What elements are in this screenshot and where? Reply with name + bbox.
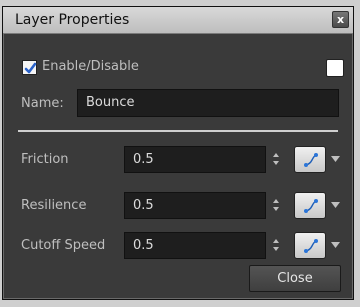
property-row-cutoff-speed: Cutoff Speed 0.5 — [0, 232, 360, 260]
cutoff-speed-label: Cutoff Speed — [21, 238, 106, 253]
chevron-down-icon[interactable] — [331, 202, 340, 208]
resilience-function-button[interactable] — [294, 192, 326, 219]
close-button[interactable]: Close — [249, 265, 341, 292]
close-window-button[interactable]: x — [332, 11, 349, 28]
divider — [18, 130, 338, 132]
color-swatch[interactable] — [326, 59, 344, 77]
friction-label: Friction — [21, 152, 69, 167]
checkmark-icon — [24, 62, 37, 74]
friction-field[interactable]: 0.5 — [124, 146, 266, 173]
chevron-down-icon[interactable] — [331, 242, 340, 248]
dialog-title: Layer Properties — [15, 12, 130, 28]
up-down-arrows-icon[interactable] — [272, 152, 280, 166]
name-input[interactable]: Bounce — [77, 89, 339, 117]
cutoff-speed-field[interactable]: 0.5 — [124, 232, 266, 259]
resilience-label: Resilience — [21, 198, 87, 213]
cutoff-speed-function-button[interactable] — [294, 232, 326, 259]
up-down-arrows-icon[interactable] — [272, 198, 280, 212]
friction-function-button[interactable] — [294, 146, 326, 173]
enable-label: Enable/Disable — [42, 59, 139, 74]
chevron-down-icon[interactable] — [331, 156, 340, 162]
function-curve-icon — [304, 239, 318, 253]
title-bar[interactable]: Layer Properties x — [3, 7, 353, 34]
enable-checkbox[interactable] — [22, 60, 37, 75]
resilience-field[interactable]: 0.5 — [124, 192, 266, 219]
name-label: Name: — [21, 96, 64, 111]
up-down-arrows-icon[interactable] — [272, 238, 280, 252]
property-row-resilience: Resilience 0.5 — [0, 192, 360, 220]
property-row-friction: Friction 0.5 — [0, 146, 360, 174]
function-curve-icon — [304, 153, 318, 167]
function-curve-icon — [304, 199, 318, 213]
